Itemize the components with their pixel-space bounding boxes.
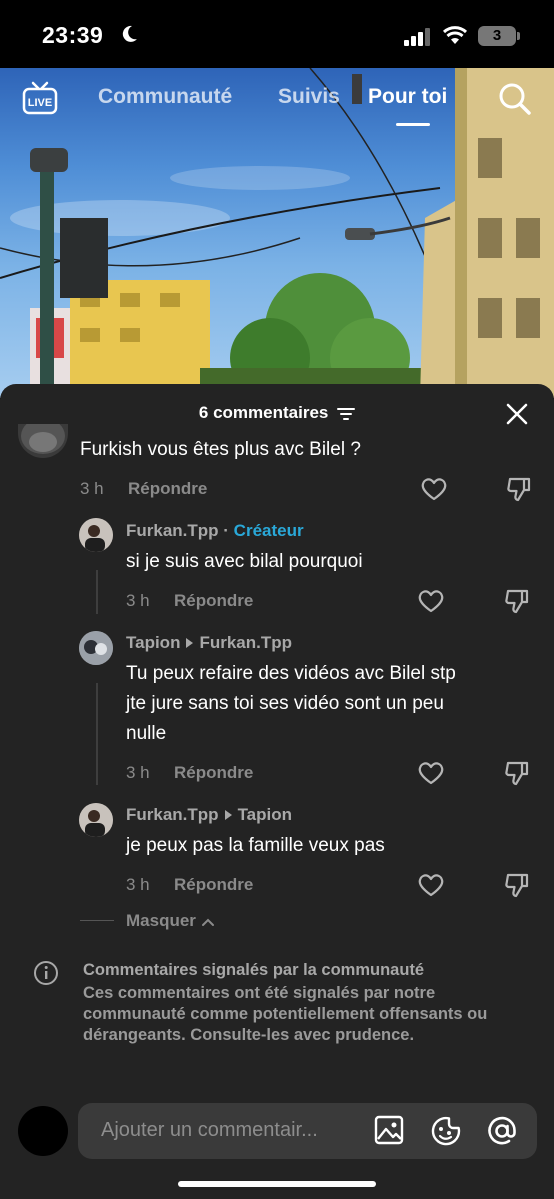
dislike-icon[interactable] [504, 588, 530, 614]
comment-text-line: jte jure sans toi ses vidéo sont un peu [126, 693, 444, 714]
reply-arrow-icon [224, 810, 232, 821]
comment-author[interactable]: Tapion Furkan.Tpp [126, 633, 292, 653]
search-icon[interactable] [498, 82, 532, 116]
comment-text: si je suis avec bilal pourquoi [126, 551, 363, 572]
comment-text-line: Tu peux refaire des vidéos avc Bilel stp [126, 663, 456, 684]
reply-button[interactable]: Répondre [128, 479, 207, 499]
avatar[interactable] [79, 803, 113, 837]
signal-icon [404, 28, 430, 46]
tab-suivis[interactable]: Suivis [278, 85, 340, 109]
comment-text-line: nulle [126, 723, 167, 744]
info-icon [34, 961, 58, 985]
hide-divider [80, 920, 114, 921]
emoji-icon[interactable] [430, 1115, 462, 1147]
reply-arrow-icon [186, 638, 194, 649]
active-tab-indicator [396, 123, 430, 126]
comment-text: je peux pas la famille veux pas [126, 835, 385, 856]
creator-badge: Créateur [233, 521, 304, 540]
moon-icon [122, 25, 137, 42]
reply-button[interactable]: Répondre [174, 875, 253, 895]
tab-communaute[interactable]: Communauté [98, 85, 232, 109]
thread-line [96, 570, 98, 614]
battery-icon: 3 [478, 26, 516, 46]
hide-replies-button[interactable]: Masquer [126, 911, 215, 931]
tab-pour-toi[interactable]: Pour toi [368, 85, 447, 109]
dislike-icon[interactable] [504, 760, 530, 786]
dislike-icon[interactable] [504, 872, 530, 898]
reply-button[interactable]: Répondre [174, 763, 253, 783]
notice-title: Commentaires signalés par la communauté [83, 961, 425, 979]
chevron-up-icon [201, 918, 214, 926]
thread-line [96, 683, 98, 785]
home-indicator [178, 1181, 376, 1187]
comment-author[interactable]: Furkan.Tpp · Créateur [126, 521, 304, 541]
comments-count: 6 commentaires [198, 403, 329, 422]
avatar[interactable] [79, 631, 113, 665]
sort-icon[interactable] [337, 407, 356, 421]
svg-text:LIVE: LIVE [28, 97, 52, 109]
comments-header: 6 commentaires [0, 403, 554, 423]
battery-nub [517, 32, 520, 40]
comment-time: 3 h [126, 875, 150, 894]
comment-input-placeholder[interactable]: Ajouter un commentair... [101, 1119, 318, 1142]
heart-icon[interactable] [418, 873, 444, 897]
comments-sheet [0, 384, 554, 1199]
comment-text: Furkish vous êtes plus avc Bilel ? [80, 439, 361, 460]
top-navigation [0, 68, 554, 138]
heart-icon[interactable] [418, 589, 444, 613]
user-avatar[interactable] [18, 1106, 68, 1156]
comment-time: 3 h [126, 763, 150, 782]
comment-author[interactable]: Furkan.Tpp Tapion [126, 805, 292, 825]
live-icon[interactable]: LIVE [22, 80, 58, 116]
avatar[interactable] [79, 518, 113, 552]
comment-time: 3 h [80, 479, 104, 498]
dislike-icon[interactable] [506, 476, 532, 502]
close-icon[interactable] [504, 401, 530, 427]
comment-time: 3 h [126, 591, 150, 610]
image-icon[interactable] [374, 1115, 404, 1145]
reply-button[interactable]: Répondre [174, 591, 253, 611]
status-time: 23:39 [42, 22, 104, 48]
wifi-icon [442, 26, 468, 44]
notice-body: Ces commentaires ont été signalés par no… [83, 984, 488, 1044]
at-icon[interactable] [486, 1115, 518, 1147]
heart-icon[interactable] [418, 761, 444, 785]
heart-icon[interactable] [421, 477, 447, 501]
